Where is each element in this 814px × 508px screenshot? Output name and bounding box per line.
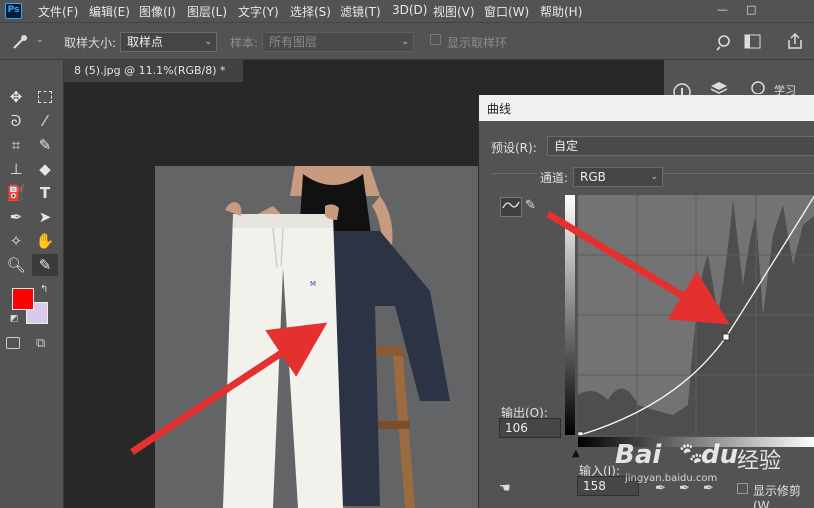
- tools-panel: ✥ ᘐ ⁄ ⌗ ✎ ⊥ ◆ ⛽ T ✒ ➤ ✧ ✋ 🔍︎ ✎ ↰ ◩ ⧉: [0, 60, 64, 508]
- output-value-field[interactable]: 106: [499, 418, 561, 438]
- path-selection-tool-icon[interactable]: ➤: [32, 206, 58, 228]
- eyedropper-tool-icon[interactable]: ✎: [32, 254, 58, 276]
- layers-icon[interactable]: [710, 80, 728, 94]
- share-icon[interactable]: [786, 32, 804, 50]
- eyedropper-tool-icon[interactable]: [10, 33, 30, 51]
- options-bar: ⌄ 取样大小: 取样点 ⌄ 样本: 所有图层 ⌄ 显示取样环: [0, 22, 814, 60]
- input-value: 158: [583, 479, 606, 493]
- menu-view[interactable]: 视图(V): [433, 3, 475, 20]
- quick-mask-icon[interactable]: [6, 337, 20, 349]
- sample-value: 所有图层: [269, 35, 318, 49]
- channel-value: RGB: [580, 170, 606, 184]
- menu-file[interactable]: 文件(F): [38, 3, 78, 20]
- show-clipping-label: 显示修剪(W: [753, 484, 802, 508]
- chevron-down-icon: ⌄: [401, 37, 409, 47]
- lasso-tool-icon[interactable]: ᘐ: [3, 110, 29, 132]
- watermark-brand-2: du: [701, 440, 739, 470]
- minimize-button[interactable]: —: [717, 3, 728, 16]
- maximize-button[interactable]: □: [746, 3, 756, 16]
- curve-control-point: [722, 333, 730, 341]
- pen-tool-icon[interactable]: ✒: [3, 206, 29, 228]
- menu-3d[interactable]: 3D(D): [392, 3, 427, 17]
- show-clipping-checkbox[interactable]: [737, 483, 748, 494]
- target-adjustment-hand-icon[interactable]: ☚: [499, 481, 511, 496]
- curve-point-tool-button[interactable]: [500, 197, 522, 217]
- baidu-jingyan-watermark: Bai 🐾︎ du 经验 jingyan.baidu.com: [615, 440, 814, 484]
- chevron-down-icon: ⌄: [204, 37, 212, 47]
- info-icon[interactable]: [672, 82, 692, 96]
- sample-label: 样本:: [230, 36, 259, 50]
- default-colors-icon[interactable]: ◩: [10, 314, 19, 324]
- crop-tool-icon[interactable]: ⌗: [3, 134, 29, 156]
- search-icon[interactable]: [716, 33, 734, 51]
- curve-icon: [502, 201, 520, 209]
- menu-window[interactable]: 窗口(W): [484, 3, 529, 20]
- move-tool-icon[interactable]: ✥: [3, 86, 29, 108]
- menu-select[interactable]: 选择(S): [290, 3, 331, 20]
- menu-type[interactable]: 文字(Y): [238, 3, 279, 20]
- type-tool-icon[interactable]: T: [32, 182, 58, 204]
- curve-graph[interactable]: [577, 195, 814, 438]
- preset-label: 预设(R):: [491, 141, 537, 155]
- chevron-down-icon: ⌄: [650, 172, 658, 182]
- menu-layer[interactable]: 图层(L): [187, 3, 227, 20]
- hand-tool-icon[interactable]: ✋: [32, 230, 58, 252]
- watermark-url: jingyan.baidu.com: [625, 473, 718, 484]
- svg-text:M: M: [310, 280, 316, 288]
- output-gradient-bar: [565, 195, 575, 435]
- document-tab[interactable]: 8 (5).jpg @ 11.1%(RGB/8) *: [64, 60, 244, 82]
- menu-filter[interactable]: 滤镜(T): [340, 3, 381, 20]
- photoshop-logo-icon: Ps: [5, 3, 22, 19]
- preset-select[interactable]: 自定: [547, 136, 814, 156]
- show-ring-label: 显示取样环: [447, 36, 508, 50]
- stamp-tool-icon[interactable]: ⊥: [3, 158, 29, 180]
- sample-size-value: 取样点: [127, 35, 164, 49]
- swap-colors-icon[interactable]: ↰: [40, 284, 48, 295]
- document-tab-title: 8 (5).jpg @ 11.1%(RGB/8) *: [74, 64, 226, 77]
- menu-image[interactable]: 图像(I): [139, 3, 176, 20]
- brush-tool-icon[interactable]: ✎: [32, 134, 58, 156]
- photo-image: M: [223, 166, 450, 508]
- menu-bar: Ps 文件(F) 编辑(E) 图像(I) 图层(L) 文字(Y) 选择(S) 滤…: [0, 0, 814, 22]
- menu-edit[interactable]: 编辑(E): [89, 3, 130, 20]
- channel-label: 通道:: [537, 169, 572, 186]
- eraser-tool-icon[interactable]: ◆: [32, 158, 58, 180]
- channel-select[interactable]: RGB ⌄: [573, 167, 663, 187]
- marquee-tool-icon[interactable]: [32, 86, 58, 108]
- preset-value: 自定: [554, 139, 579, 153]
- search-icon[interactable]: [750, 80, 766, 94]
- watermark-brand: Bai: [615, 440, 662, 470]
- photo-canvas[interactable]: M: [155, 166, 480, 508]
- curve-graph-svg: [577, 195, 814, 438]
- black-point-slider-icon[interactable]: ▲: [572, 448, 580, 459]
- right-panel-header: 学习: [664, 60, 814, 97]
- magic-wand-tool-icon[interactable]: ⁄: [32, 110, 58, 132]
- workspace-icon[interactable]: [744, 34, 762, 50]
- sample-size-label: 取样大小:: [64, 36, 117, 50]
- tool-preset-chevron-icon[interactable]: ⌄: [36, 35, 44, 45]
- sample-select[interactable]: 所有图层 ⌄: [262, 32, 414, 52]
- photoshop-window: Ps 文件(F) 编辑(E) 图像(I) 图层(L) 文字(Y) 选择(S) 滤…: [0, 0, 814, 508]
- dialog-title: 曲线: [479, 95, 814, 121]
- paint-bucket-tool-icon[interactable]: ⛽: [3, 182, 29, 204]
- watermark-suffix: 经验: [737, 449, 782, 474]
- shape-tool-icon[interactable]: ✧: [3, 230, 29, 252]
- screen-mode-icon[interactable]: ⧉: [36, 336, 45, 351]
- sample-size-select[interactable]: 取样点 ⌄: [120, 32, 217, 52]
- zoom-tool-icon[interactable]: 🔍︎: [3, 254, 29, 276]
- foreground-color-swatch-top: [12, 288, 34, 310]
- show-ring-checkbox[interactable]: [430, 34, 441, 45]
- pencil-icon[interactable]: ✎: [525, 198, 536, 213]
- output-value: 106: [505, 421, 528, 435]
- menu-help[interactable]: 帮助(H): [540, 3, 582, 20]
